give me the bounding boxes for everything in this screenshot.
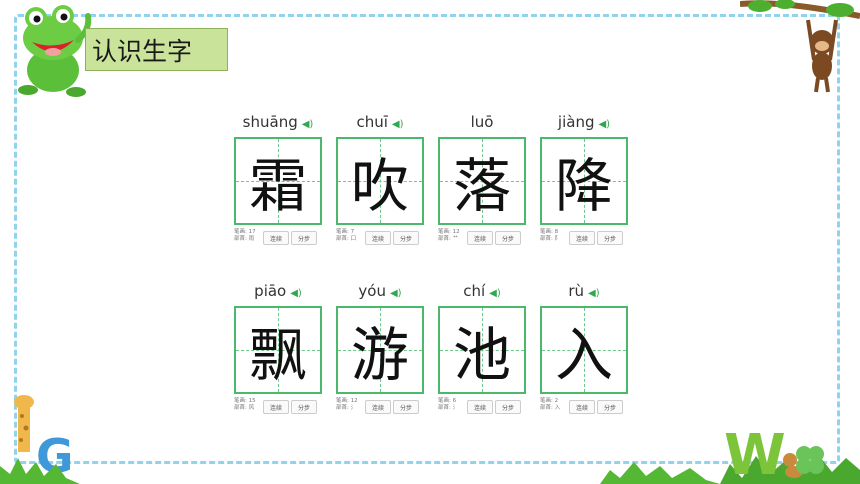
radical: 部首: 风 — [234, 405, 255, 411]
stroke-count: 笔画: 15 — [234, 398, 256, 404]
character-card: yóu ◀) 游 笔画: 12 部首: 氵 连续 分步 — [329, 272, 431, 422]
tian-grid: 池 — [438, 306, 526, 394]
character-card: chuī ◀) 吹 笔画: 7 部首: 口 连续 分步 — [329, 103, 431, 253]
pinyin: jiàng — [557, 113, 595, 131]
svg-text:W: W — [724, 423, 786, 484]
hanzi: 吹 — [350, 152, 409, 220]
speaker-icon[interactable]: ◀) — [598, 119, 610, 130]
step-button[interactable]: 分步 — [597, 400, 623, 414]
hanzi: 入 — [554, 321, 613, 389]
pinyin: piāo — [254, 282, 287, 300]
radical: 部首: 口 — [336, 236, 357, 242]
step-button[interactable]: 分步 — [495, 400, 521, 414]
character-card: jiàng ◀) 降 笔画: 8 部首: 阝 连续 分步 — [533, 103, 635, 253]
continuous-button[interactable]: 连续 — [263, 231, 289, 245]
radical: 部首: 艹 — [438, 236, 459, 242]
tian-grid: 入 — [540, 306, 628, 394]
radical: 部首: 入 — [540, 405, 561, 411]
tian-grid: 游 — [336, 306, 424, 394]
speaker-icon[interactable]: ◀) — [392, 119, 404, 130]
continuous-button[interactable]: 连续 — [467, 231, 493, 245]
character-card: piāo ◀) 飘 笔画: 15 部首: 风 连续 分步 — [227, 272, 329, 422]
character-card: luō 落 笔画: 12 部首: 艹 连续 分步 — [431, 103, 533, 253]
character-card: shuāng ◀) 霜 笔画: 17 部首: 雨 连续 分步 — [227, 103, 329, 253]
radical: 部首: 雨 — [234, 236, 255, 242]
step-button[interactable]: 分步 — [597, 231, 623, 245]
tian-grid: 飘 — [234, 306, 322, 394]
continuous-button[interactable]: 连续 — [569, 231, 595, 245]
continuous-button[interactable]: 连续 — [467, 400, 493, 414]
hanzi: 霜 — [248, 152, 307, 220]
radical: 部首: 阝 — [540, 236, 561, 242]
pinyin: yóu — [358, 282, 386, 300]
continuous-button[interactable]: 连续 — [365, 231, 391, 245]
pinyin: rù — [568, 282, 585, 300]
stroke-count: 笔画: 17 — [234, 229, 256, 235]
monkey-branch-illustration — [740, 0, 860, 93]
clover-icon — [796, 446, 824, 474]
step-button[interactable]: 分步 — [393, 231, 419, 245]
step-button[interactable]: 分步 — [291, 231, 317, 245]
stroke-count: 笔画: 6 — [438, 398, 457, 404]
section-title-box: 认识生字 — [85, 28, 228, 71]
radical: 部首: 氵 — [438, 405, 459, 411]
character-panel-bottom: piāo ◀) 飘 笔画: 15 部首: 风 连续 分步 yóu ◀) 游 笔画: 1… — [227, 272, 635, 424]
tian-grid: 霜 — [234, 137, 322, 225]
stroke-count: 笔画: 8 — [540, 229, 559, 235]
hanzi: 飘 — [248, 321, 307, 389]
tian-grid: 落 — [438, 137, 526, 225]
radical: 部首: 氵 — [336, 405, 357, 411]
step-button[interactable]: 分步 — [291, 400, 317, 414]
section-title: 认识生字 — [92, 36, 193, 66]
speaker-icon[interactable]: ◀) — [302, 119, 314, 130]
continuous-button[interactable]: 连续 — [569, 400, 595, 414]
hanzi: 游 — [350, 321, 409, 389]
pinyin: luō — [470, 113, 494, 131]
stroke-count: 笔画: 12 — [438, 229, 460, 235]
tian-grid: 降 — [540, 137, 628, 225]
continuous-button[interactable]: 连续 — [365, 400, 391, 414]
speaker-icon[interactable]: ◀) — [290, 288, 302, 299]
character-panel-top: shuāng ◀) 霜 笔画: 17 部首: 雨 连续 分步 chuī ◀) 吹 笔画… — [227, 103, 635, 253]
hanzi: 降 — [554, 152, 613, 220]
tian-grid: 吹 — [336, 137, 424, 225]
pinyin: chuī — [356, 113, 388, 131]
continuous-button[interactable]: 连续 — [263, 400, 289, 414]
character-card: rù ◀) 入 笔画: 2 部首: 入 连续 分步 — [533, 272, 635, 422]
hanzi: 池 — [452, 321, 511, 389]
hanzi: 落 — [452, 152, 511, 220]
pinyin: shuāng — [242, 113, 298, 131]
pinyin: chí — [463, 282, 486, 300]
speaker-icon[interactable]: ◀) — [390, 288, 402, 299]
step-button[interactable]: 分步 — [393, 400, 419, 414]
speaker-icon[interactable]: ◀) — [489, 288, 501, 299]
speaker-icon[interactable]: ◀) — [588, 288, 600, 299]
character-card: chí ◀) 池 笔画: 6 部首: 氵 连续 分步 — [431, 272, 533, 422]
step-button[interactable]: 分步 — [495, 231, 521, 245]
stroke-count: 笔画: 12 — [336, 398, 358, 404]
stroke-count: 笔画: 2 — [540, 398, 559, 404]
stroke-count: 笔画: 7 — [336, 229, 355, 235]
